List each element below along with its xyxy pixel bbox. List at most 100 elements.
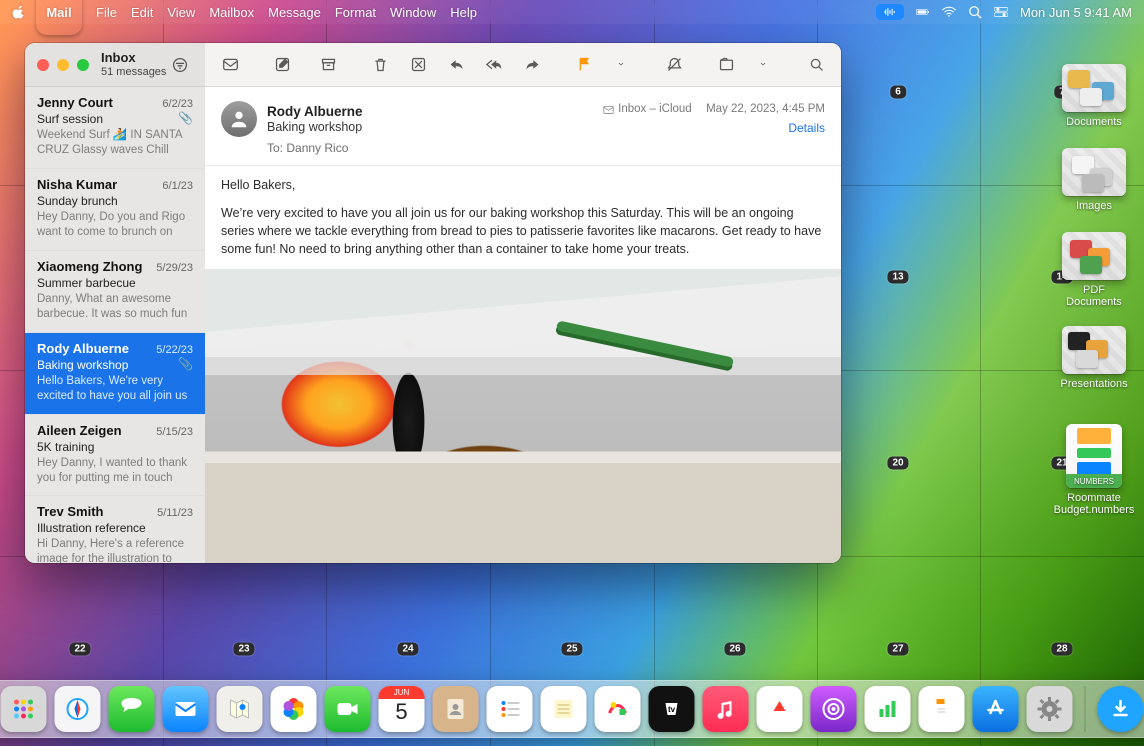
dock-contacts[interactable]	[433, 686, 479, 732]
svg-text:tv: tv	[668, 705, 676, 714]
reply-button[interactable]	[441, 51, 471, 79]
desktop-presentations[interactable]: Presentations	[1056, 326, 1132, 390]
dock-numbers[interactable]	[865, 686, 911, 732]
dock-downloads[interactable]	[1098, 686, 1144, 732]
numbers-icon	[874, 695, 902, 723]
message-body[interactable]: Hello Bakers, We’re very excited to have…	[205, 166, 841, 563]
compose-button[interactable]	[267, 51, 297, 79]
trash-button[interactable]	[365, 51, 395, 79]
move-chevron-button[interactable]	[749, 51, 779, 79]
dock-launchpad[interactable]	[1, 686, 47, 732]
flag-button[interactable]	[569, 51, 599, 79]
message-row[interactable]: Rody Albuerne5/22/23Baking workshop📎Hell…	[25, 333, 205, 415]
message-row[interactable]: Aileen Zeigen5/15/235K trainingHey Danny…	[25, 415, 205, 497]
close-button[interactable]	[37, 59, 49, 71]
photos-icon	[280, 695, 308, 723]
dock-music[interactable]	[703, 686, 749, 732]
minimize-button[interactable]	[57, 59, 69, 71]
reply-all-icon	[486, 56, 503, 73]
desktop-label: PDF Documents	[1056, 284, 1132, 308]
msg-date: 6/2/23	[162, 98, 193, 110]
message-row[interactable]: Xiaomeng Zhong5/29/23Summer barbecueDann…	[25, 251, 205, 333]
desktop-documents[interactable]: Documents	[1056, 64, 1132, 128]
desktop-images[interactable]: Images	[1056, 148, 1132, 212]
message-list[interactable]: Jenny Court6/2/23Surf session📎Weekend Su…	[25, 87, 205, 563]
zoom-button[interactable]	[77, 59, 89, 71]
menu-file[interactable]: File	[96, 5, 117, 20]
message-row[interactable]: Jenny Court6/2/23Surf session📎Weekend Su…	[25, 87, 205, 169]
control-center-icon[interactable]	[994, 5, 1008, 19]
dock-tvapp[interactable]: tv	[649, 686, 695, 732]
flag-icon	[576, 56, 593, 73]
menu-help[interactable]: Help	[450, 5, 477, 20]
move-button[interactable]	[711, 51, 741, 79]
facetime-icon	[334, 695, 362, 723]
launchpad-icon	[10, 695, 38, 723]
mail-titlebar: Inbox 51 messages	[25, 43, 205, 87]
mailbox-title: Inbox	[101, 51, 166, 66]
details-link[interactable]: Details	[788, 121, 825, 135]
dock-freeform[interactable]	[595, 686, 641, 732]
dock-mailapp[interactable]	[163, 686, 209, 732]
forward-button[interactable]	[517, 51, 547, 79]
dock-cal[interactable]: JUN5	[379, 686, 425, 732]
safari-icon	[64, 695, 92, 723]
flag-chevron-button[interactable]	[607, 51, 637, 79]
dock-appstore[interactable]	[973, 686, 1019, 732]
reply-all-button[interactable]	[479, 51, 509, 79]
filter-button[interactable]	[167, 53, 193, 77]
search-icon	[808, 56, 825, 73]
sender-avatar[interactable]	[221, 101, 257, 137]
message-row[interactable]: Nisha Kumar6/1/23Sunday brunchHey Danny,…	[25, 169, 205, 251]
spotlight-icon[interactable]	[968, 5, 982, 19]
dock-reminders[interactable]	[487, 686, 533, 732]
archive-button[interactable]	[313, 51, 343, 79]
msg-subject: Sunday brunch	[37, 194, 118, 208]
mute-icon	[666, 56, 683, 73]
menu-message[interactable]: Message	[268, 5, 321, 20]
music-icon	[712, 695, 740, 723]
forward-icon	[524, 56, 541, 73]
mute-button[interactable]	[659, 51, 689, 79]
dock-messages[interactable]	[109, 686, 155, 732]
desktop-roommate[interactable]: NUMBERSRoommate Budget.numbers	[1056, 424, 1132, 516]
menu-app[interactable]: Mail	[36, 0, 82, 35]
menu-mailbox[interactable]: Mailbox	[209, 5, 254, 20]
menu-format[interactable]: Format	[335, 5, 376, 20]
menu-window[interactable]: Window	[390, 5, 436, 20]
dock-notes[interactable]	[541, 686, 587, 732]
dock-safari[interactable]	[55, 686, 101, 732]
folder-icon	[1062, 232, 1126, 280]
msg-subject: 5K training	[37, 440, 94, 454]
folder-icon	[1062, 326, 1126, 374]
desktop-pdfs[interactable]: PDF Documents	[1056, 232, 1132, 308]
apple-menu-icon[interactable]	[12, 5, 26, 19]
mailbox-count: 51 messages	[101, 66, 166, 79]
msg-subject: Surf session	[37, 112, 103, 126]
msg-preview: Hey Danny, I wanted to thank you for put…	[37, 456, 193, 486]
wifi-icon[interactable]	[942, 5, 956, 19]
menu-view[interactable]: View	[167, 5, 195, 20]
dock-news[interactable]	[757, 686, 803, 732]
voice-control-icon[interactable]	[876, 4, 904, 20]
maps-icon	[226, 695, 254, 723]
dock-settings[interactable]	[1027, 686, 1073, 732]
battery-icon[interactable]	[916, 5, 930, 19]
search-button[interactable]	[801, 51, 831, 79]
dock-photos[interactable]	[271, 686, 317, 732]
msg-from: Jenny Court	[37, 95, 113, 110]
trash-icon	[372, 56, 389, 73]
menu-edit[interactable]: Edit	[131, 5, 153, 20]
window-controls	[37, 59, 89, 71]
desktop-label: Images	[1076, 200, 1112, 212]
dock-podcasts[interactable]	[811, 686, 857, 732]
dock-facetime[interactable]	[325, 686, 371, 732]
msg-from: Rody Albuerne	[37, 341, 129, 356]
junk-button[interactable]	[403, 51, 433, 79]
appstore-icon	[982, 695, 1010, 723]
envelope-button[interactable]	[215, 51, 245, 79]
dock-maps[interactable]	[217, 686, 263, 732]
clock[interactable]: Mon Jun 5 9:41 AM	[1020, 5, 1132, 20]
message-row[interactable]: Trev Smith5/11/23Illustration referenceH…	[25, 496, 205, 563]
dock-pages[interactable]	[919, 686, 965, 732]
